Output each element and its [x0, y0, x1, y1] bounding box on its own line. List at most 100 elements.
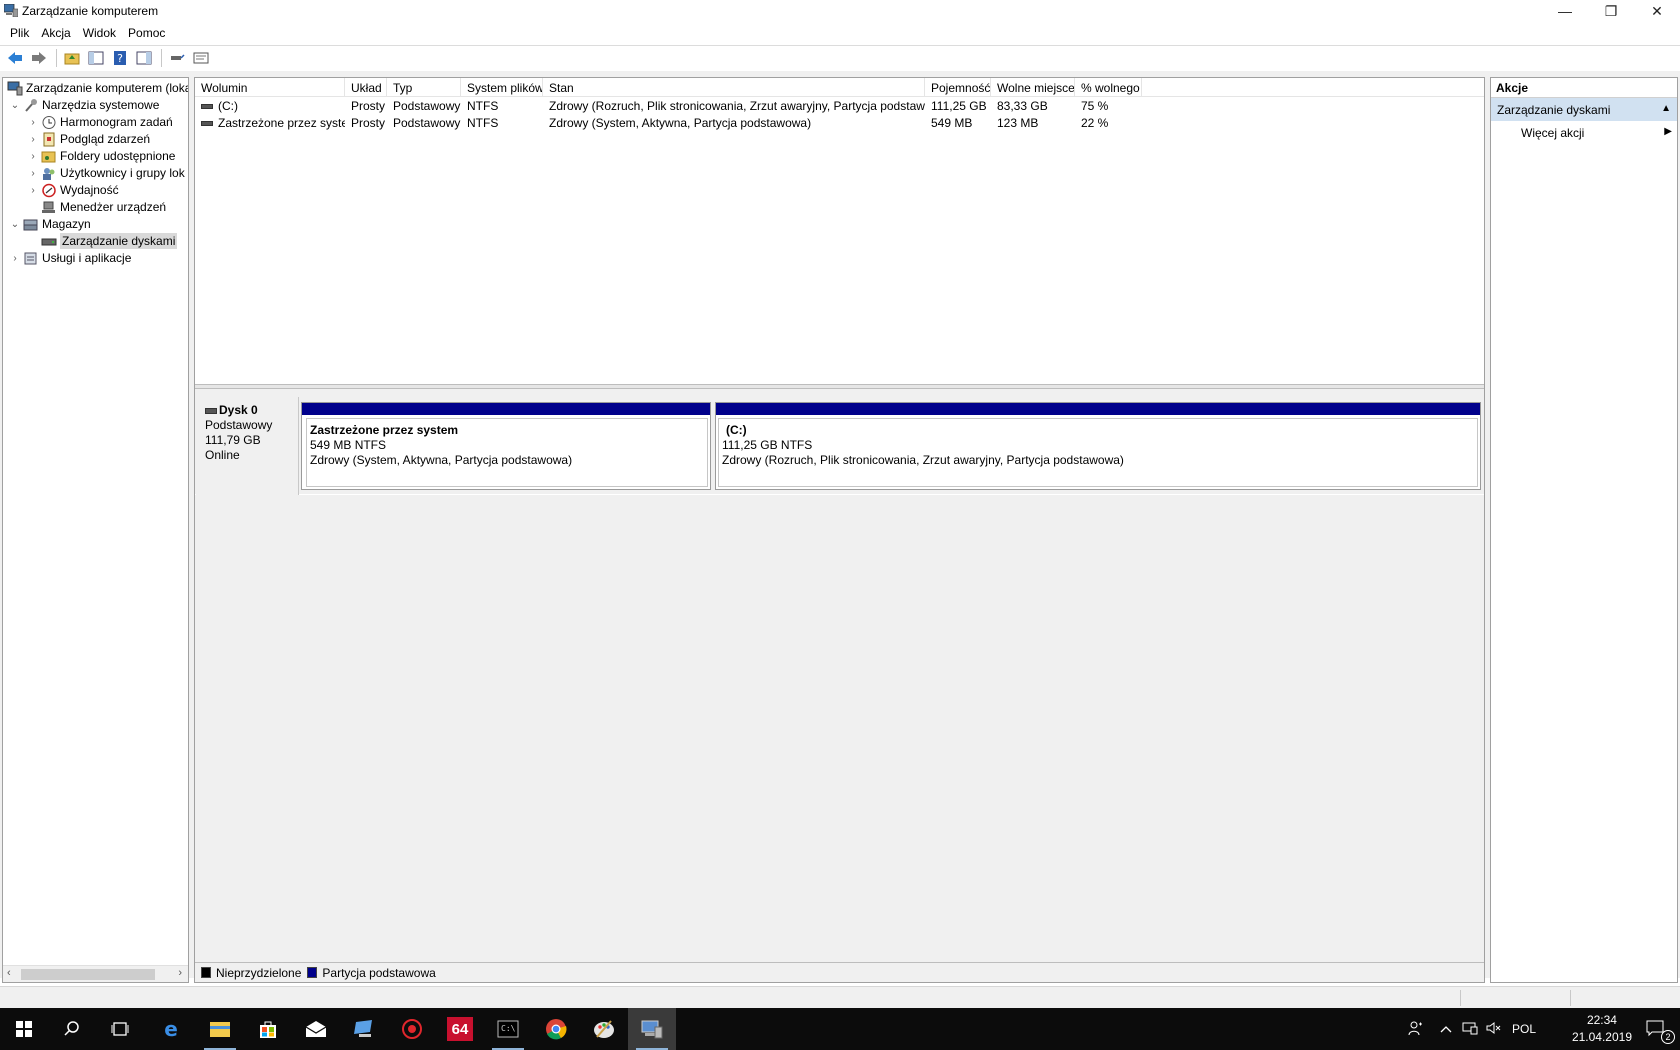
column-header-type[interactable]: Typ: [387, 78, 461, 97]
legend-item-primary: Partycja podstawowa: [307, 966, 436, 980]
arrow-right-icon: [32, 52, 46, 64]
taskbar-app-file-explorer[interactable]: [196, 1008, 244, 1050]
taskbar-app-red-tool[interactable]: [388, 1008, 436, 1050]
expand-chevron-icon[interactable]: ›: [27, 117, 39, 128]
column-header-volume[interactable]: Wolumin: [195, 78, 345, 97]
taskbar-app-mail[interactable]: [292, 1008, 340, 1050]
volume-status-cell: Zdrowy (System, Aktywna, Partycja podsta…: [549, 116, 812, 130]
network-icon[interactable]: [1462, 1021, 1478, 1038]
actions-title: Akcje: [1491, 78, 1677, 98]
up-folder-button[interactable]: [61, 48, 83, 68]
expand-chevron-icon[interactable]: ›: [27, 185, 39, 196]
scroll-right-icon[interactable]: ›: [178, 967, 182, 979]
column-header-capacity[interactable]: Pojemność: [925, 78, 991, 97]
scroll-left-icon[interactable]: ‹: [7, 967, 11, 979]
back-button[interactable]: [4, 48, 26, 68]
toolbar: ?: [0, 45, 1680, 70]
tree-item-services-apps[interactable]: › Usługi i aplikacje: [9, 249, 131, 267]
partition-color-bar: [302, 403, 710, 416]
system-tray: POL: [1408, 1008, 1546, 1050]
expand-chevron-icon[interactable]: ›: [9, 253, 21, 264]
volume-type-cell: Podstawowy: [393, 99, 461, 113]
tree-label: Zarządzanie dyskami: [60, 233, 178, 249]
tree-item-performance[interactable]: › Wydajność: [27, 181, 118, 199]
chrome-icon: [546, 1019, 567, 1040]
tree-item-device-manager[interactable]: Menedżer urządzeń: [39, 198, 166, 216]
taskbar-app-store[interactable]: [244, 1008, 292, 1050]
properties-button[interactable]: [190, 48, 212, 68]
menu-akcja[interactable]: Akcja: [35, 23, 76, 43]
actions-section-disk-management[interactable]: Zarządzanie dyskami ▲: [1491, 98, 1677, 121]
column-header-filesystem[interactable]: System plików: [461, 78, 543, 97]
collapse-up-icon[interactable]: ▲: [1661, 103, 1671, 114]
status-divider: [1460, 990, 1461, 1006]
task-view-button[interactable]: [96, 1008, 144, 1050]
volume-muted-icon[interactable]: [1486, 1021, 1502, 1038]
start-button[interactable]: [0, 1008, 48, 1050]
menu-pomoc[interactable]: Pomoc: [122, 23, 171, 43]
restore-button[interactable]: ❐: [1588, 0, 1634, 22]
partition-system-reserved[interactable]: Zastrzeżone przez system 549 MB NTFS Zdr…: [301, 402, 711, 490]
show-hidden-icons-chevron-icon[interactable]: [1440, 1022, 1452, 1036]
minimize-button[interactable]: —: [1542, 0, 1588, 22]
scrollbar-thumb[interactable]: [21, 969, 155, 980]
menu-widok[interactable]: Widok: [77, 23, 122, 43]
tree-item-event-viewer[interactable]: › Podgląd zdarzeń: [27, 130, 150, 148]
close-button[interactable]: ✕: [1634, 0, 1680, 22]
taskbar-app-chrome[interactable]: [532, 1008, 580, 1050]
language-indicator[interactable]: POL: [1512, 1022, 1536, 1036]
taskbar-app-edge[interactable]: e: [147, 1008, 195, 1050]
column-header-layout[interactable]: Układ: [345, 78, 387, 97]
expand-chevron-icon[interactable]: ›: [27, 168, 39, 179]
forward-button[interactable]: [28, 48, 50, 68]
collapse-chevron-icon[interactable]: ⌄: [9, 219, 21, 230]
tree-item-task-scheduler[interactable]: › Harmonogram zadań: [27, 113, 172, 131]
action-center-button[interactable]: 2: [1632, 1008, 1680, 1050]
show-action-pane-button[interactable]: [133, 48, 155, 68]
column-header-status[interactable]: Stan: [543, 78, 925, 97]
column-header-percent-free[interactable]: % wolnego: [1075, 78, 1142, 97]
command-prompt-icon: C:\: [497, 1020, 519, 1038]
disk-graphical-view: Dysk 0 Podstawowy 111,79 GB Online Zastr…: [195, 389, 1484, 962]
volume-fs-cell: NTFS: [467, 116, 499, 130]
volume-row[interactable]: Zastrzeżone przez system Prosty Podstawo…: [195, 114, 1484, 131]
tree-item-shared-folders[interactable]: › Foldery udostępnione: [27, 147, 175, 165]
performance-icon: [42, 183, 56, 197]
taskbar-app-aida64[interactable]: 64: [436, 1008, 484, 1050]
paint-palette-icon: [594, 1020, 614, 1038]
taskbar-app-remote-desktop[interactable]: [340, 1008, 388, 1050]
partition-c-drive[interactable]: (C:) 111,25 GB NTFS Zdrowy (Rozruch, Pli…: [715, 402, 1481, 490]
menu-plik[interactable]: Plik: [4, 23, 35, 43]
partition-color-bar: [716, 403, 1480, 416]
aida64-icon: 64: [447, 1017, 473, 1041]
help-button[interactable]: ?: [109, 48, 131, 68]
clock-time: 22:34: [1586, 1013, 1617, 1027]
show-hide-tree-button[interactable]: [85, 48, 107, 68]
people-icon[interactable]: [1408, 1020, 1424, 1039]
tree-item-users-groups[interactable]: › Użytkownicy i grupy lok: [27, 164, 184, 182]
tree-item-root[interactable]: Zarządzanie komputerem (loka: [5, 79, 188, 97]
help-icon: ?: [114, 51, 126, 65]
more-actions-item[interactable]: Więcej akcji ▶: [1491, 121, 1677, 143]
volume-row[interactable]: (C:) Prosty Podstawowy NTFS Zdrowy (Rozr…: [195, 97, 1484, 114]
volume-name-cell: Zastrzeżone przez system: [201, 116, 345, 130]
tree-horizontal-scrollbar[interactable]: ‹ ›: [3, 965, 188, 982]
expand-chevron-icon[interactable]: ›: [27, 151, 39, 162]
connect-disk-button[interactable]: [166, 48, 188, 68]
search-button[interactable]: [48, 1008, 96, 1050]
storage-icon: [23, 219, 38, 230]
column-header-free-space[interactable]: Wolne miejsce: [991, 78, 1075, 97]
legend-swatch-blue: [307, 967, 318, 978]
taskbar-app-paint[interactable]: [580, 1008, 628, 1050]
collapse-chevron-icon[interactable]: ⌄: [9, 100, 21, 111]
disk-label[interactable]: Dysk 0 Podstawowy 111,79 GB Online: [196, 397, 299, 495]
taskbar-app-computer-management[interactable]: [628, 1008, 676, 1050]
taskbar-clock[interactable]: 22:34 21.04.2019: [1572, 1012, 1632, 1046]
tree-item-system-tools[interactable]: ⌄ Narzędzia systemowe: [9, 96, 160, 114]
computer-management-icon: [641, 1020, 663, 1039]
tree-item-disk-management[interactable]: Zarządzanie dyskami: [39, 232, 178, 250]
taskbar-app-terminal[interactable]: C:\: [484, 1008, 532, 1050]
tree-item-storage[interactable]: ⌄ Magazyn: [9, 215, 91, 233]
tree-label: Magazyn: [42, 217, 91, 231]
expand-chevron-icon[interactable]: ›: [27, 134, 39, 145]
